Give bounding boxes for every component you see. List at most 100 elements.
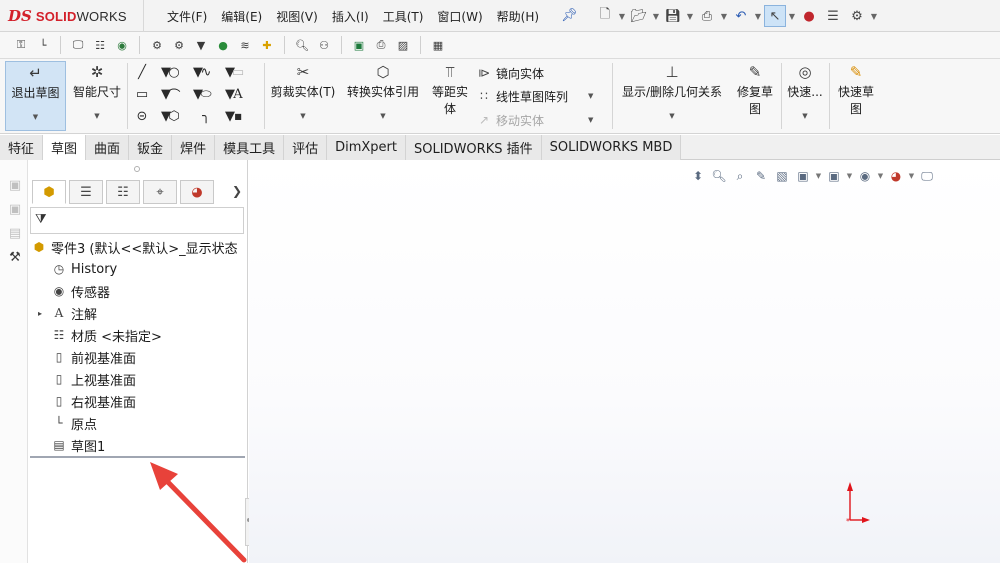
tab-sheet-metal[interactable]: 钣金 <box>129 135 173 160</box>
relations-dropdown-icon[interactable]: ▼ <box>669 112 674 120</box>
file-properties-icon[interactable]: ☰ <box>822 5 844 27</box>
camera-icon[interactable]: ▣ <box>6 178 24 196</box>
tools-icon[interactable]: ▣ <box>6 202 24 220</box>
solidworks-logo[interactable]: DS SOLIDWORKS <box>8 4 140 28</box>
tree-item-sketch1[interactable]: ▤ 草图1 <box>28 434 248 456</box>
open-dropdown-icon[interactable]: ▼ <box>652 5 660 27</box>
menu-file[interactable]: 文件(F) <box>160 8 214 25</box>
options-icon[interactable]: ⚙ <box>846 5 868 27</box>
rollback-bar[interactable] <box>30 456 245 458</box>
cross-icon[interactable]: ✚ <box>258 36 276 54</box>
exit-sketch-button[interactable]: ↵ 退出草图 ▼ <box>5 61 66 131</box>
save-dropdown-icon[interactable]: ▼ <box>686 5 694 27</box>
print-dropdown-icon[interactable]: ▼ <box>720 5 728 27</box>
corner-icon[interactable]: └ <box>34 36 52 54</box>
plane-sketch-icon[interactable]: ▭ <box>226 61 250 83</box>
menu-window[interactable]: 窗口(W) <box>430 8 489 25</box>
move-entities-button[interactable]: ↗ 移动实体 ▼ <box>476 109 593 131</box>
tab-features[interactable]: 特征 <box>0 135 44 160</box>
search-icon[interactable]: 🔍︎ <box>293 36 311 54</box>
tree-root[interactable]: ⬢ 零件3 (默认<<默认>_显示状态 <box>28 236 248 258</box>
menu-insert[interactable]: 插入(I) <box>325 8 376 25</box>
rectangle-icon[interactable]: ▭ <box>130 83 154 105</box>
circle-icon[interactable]: ○ <box>162 61 186 83</box>
point-icon[interactable]: ■ <box>226 105 250 127</box>
panel-grip[interactable] <box>134 166 140 172</box>
convert-entities-button[interactable]: ⬡ 转换实体引用 ▼ <box>342 61 424 120</box>
smart-dimension-button[interactable]: ✲ 智能尺寸 ▼ <box>70 61 124 120</box>
dimxpert-manager-tab-icon[interactable]: ⌖ <box>143 180 177 204</box>
spline-icon[interactable]: ∿ <box>194 61 218 83</box>
menu-tools[interactable]: 工具(T) <box>376 8 431 25</box>
tree-item-material[interactable]: ☷ 材质 <未指定> <box>28 324 248 346</box>
trim-entities-button[interactable]: ✂ 剪裁实体(T) ▼ <box>268 61 338 120</box>
feature-manager-tab-icon[interactable]: ⬢ <box>32 180 66 204</box>
tab-surfaces[interactable]: 曲面 <box>86 135 130 160</box>
panel-tabs-next-icon[interactable]: ❯ <box>232 184 242 198</box>
text-icon[interactable]: A <box>226 83 250 105</box>
gear2-icon[interactable]: ⚙ <box>170 36 188 54</box>
fillet-icon[interactable]: ╮ <box>194 105 218 127</box>
property-manager-tab-icon[interactable]: ☰ <box>69 180 103 204</box>
tab-addins[interactable]: SOLIDWORKS 插件 <box>406 135 542 160</box>
undo-dropdown-icon[interactable]: ▼ <box>754 5 762 27</box>
image-icon[interactable]: ▨ <box>394 36 412 54</box>
tab-mbd[interactable]: SOLIDWORKS MBD <box>541 135 682 160</box>
exit-sketch-dropdown-icon[interactable]: ▼ <box>33 113 38 121</box>
linear-pattern-dropdown-icon[interactable]: ▼ <box>588 92 593 100</box>
slot-icon[interactable]: ⊝ <box>130 105 154 127</box>
mirror-entities-button[interactable]: ⧐ 镜向实体 <box>476 62 544 84</box>
tree-item-front-plane[interactable]: ▯ 前视基准面 <box>28 346 248 368</box>
tree-item-history[interactable]: ◷ History <box>28 258 248 280</box>
tab-weldments[interactable]: 焊件 <box>172 135 216 160</box>
repair-sketch-button[interactable]: ✎ 修复草 图 <box>732 61 778 117</box>
wave-icon[interactable]: ≋ <box>236 36 254 54</box>
tree-item-right-plane[interactable]: ▯ 右视基准面 <box>28 390 248 412</box>
location-icon[interactable]: ● <box>214 36 232 54</box>
tab-sketch[interactable]: 草图 <box>43 135 87 160</box>
binoculars-icon[interactable]: ⚇ <box>315 36 333 54</box>
select-dropdown-icon[interactable]: ▼ <box>788 5 796 27</box>
tab-evaluate[interactable]: 评估 <box>284 135 328 160</box>
new-dropdown-icon[interactable]: ▼ <box>618 5 626 27</box>
clipboard-icon[interactable]: ▤ <box>6 226 24 244</box>
configuration-manager-tab-icon[interactable]: ☷ <box>106 180 140 204</box>
funnel-icon[interactable]: ▼ <box>192 36 210 54</box>
tree-item-top-plane[interactable]: ▯ 上视基准面 <box>28 368 248 390</box>
rapid-sketch-button[interactable]: ✎ 快速草 图 <box>833 61 879 117</box>
gear-icon[interactable]: ⚙ <box>148 36 166 54</box>
display-manager-tab-icon[interactable]: ◕ <box>180 180 214 204</box>
tree-item-origin[interactable]: └ 原点 <box>28 412 248 434</box>
excel-icon[interactable]: ▣ <box>350 36 368 54</box>
smart-dimension-dropdown-icon[interactable]: ▼ <box>94 112 99 120</box>
tree-item-sensors[interactable]: ◉ 传感器 <box>28 280 248 302</box>
wrench-icon[interactable]: ⚒ <box>6 250 24 268</box>
display-delete-relations-button[interactable]: ⊥ 显示/删除几何关系 ▼ <box>616 61 728 120</box>
save-icon[interactable]: 💾︎ <box>662 5 684 27</box>
printer-icon[interactable]: ⎙ <box>372 36 390 54</box>
open-icon[interactable]: 📂︎ <box>628 5 650 27</box>
undo-icon[interactable]: ↶ <box>730 5 752 27</box>
convert-dropdown-icon[interactable]: ▼ <box>380 112 385 120</box>
quick-snaps-dropdown-icon[interactable]: ▼ <box>802 112 807 120</box>
monitor-icon[interactable]: 🖵︎ <box>69 36 87 54</box>
tab-mold-tools[interactable]: 模具工具 <box>215 135 285 160</box>
menu-edit[interactable]: 编辑(E) <box>214 8 269 25</box>
graphics-area[interactable]: ⬍ 🔍︎ ⌕ ✎ ▧ ▣ ▼ ▣ ▼ ◉ ▼ ◕ ▼ 🖵︎ * <box>249 160 1000 563</box>
select-icon[interactable]: ↖ <box>764 5 786 27</box>
menu-view[interactable]: 视图(V) <box>269 8 325 25</box>
menu-help[interactable]: 帮助(H) <box>490 8 546 25</box>
network-icon[interactable]: ☷ <box>91 36 109 54</box>
linear-pattern-button[interactable]: ∷ 线性草图阵列 ▼ <box>476 85 593 107</box>
globe-icon[interactable]: ◉ <box>113 36 131 54</box>
pin-menu-icon[interactable]: 📌︎ <box>561 8 578 24</box>
arc-icon[interactable]: ⌒ <box>162 83 186 105</box>
rebuild-icon[interactable]: ● <box>798 5 820 27</box>
line-icon[interactable]: ╱ <box>130 61 154 83</box>
polygon-icon[interactable]: ⬡ <box>162 105 186 127</box>
tab-dimxpert[interactable]: DimXpert <box>327 135 406 160</box>
quick-snaps-button[interactable]: ◎ 快速... ▼ <box>784 61 826 120</box>
options-dropdown-icon[interactable]: ▼ <box>870 5 878 27</box>
trim-dropdown-icon[interactable]: ▼ <box>300 112 305 120</box>
table-icon[interactable]: ▦ <box>429 36 447 54</box>
